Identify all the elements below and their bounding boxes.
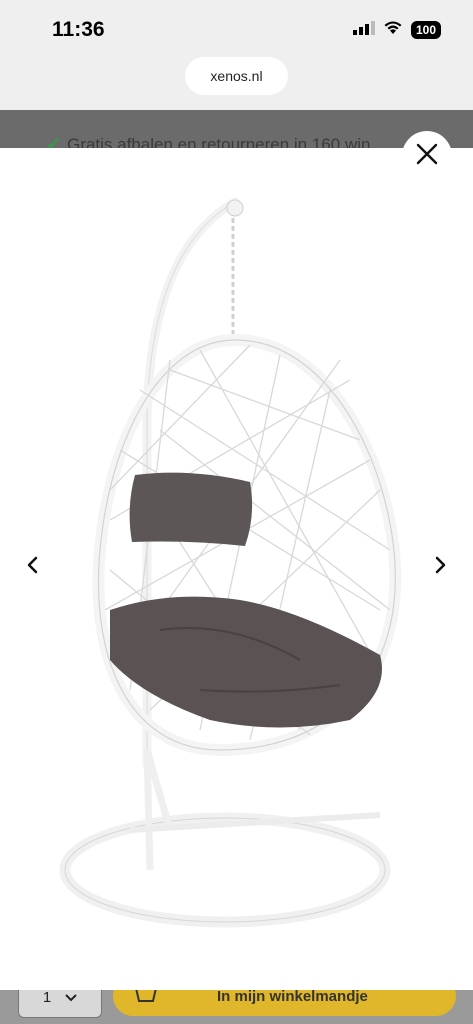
close-icon bbox=[415, 142, 439, 171]
chevron-down-icon bbox=[65, 990, 77, 1006]
url-bar[interactable]: xenos.nl bbox=[185, 57, 288, 95]
product-image bbox=[59, 197, 402, 928]
add-to-cart-button[interactable]: In mijn winkelmandje bbox=[113, 990, 456, 1016]
quantity-select[interactable]: 1 bbox=[18, 990, 102, 1018]
status-bar: 11:36 100 bbox=[0, 0, 473, 56]
next-image-button[interactable] bbox=[425, 552, 455, 582]
promo-banner: ✓ Gratis afhalen en retourneren in 160 w… bbox=[0, 110, 473, 148]
check-icon: ✓ bbox=[46, 134, 62, 148]
previous-image-button[interactable] bbox=[18, 552, 48, 582]
add-to-cart-bar: 1 In mijn winkelmandje bbox=[0, 990, 473, 1024]
wifi-icon bbox=[383, 20, 403, 40]
chevron-right-icon bbox=[433, 556, 447, 579]
chevron-left-icon bbox=[26, 556, 40, 579]
add-to-cart-label: In mijn winkelmandje bbox=[217, 990, 368, 1005]
signal-icon bbox=[352, 20, 375, 40]
status-time: 11:36 bbox=[52, 18, 105, 41]
cart-icon bbox=[135, 990, 157, 1008]
battery-indicator: 100 bbox=[410, 21, 441, 39]
url-text: xenos.nl bbox=[210, 68, 263, 84]
close-button[interactable] bbox=[402, 131, 452, 181]
quantity-value: 1 bbox=[42, 990, 52, 1006]
status-icons: 100 bbox=[352, 20, 441, 40]
promo-text: Gratis afhalen en retourneren in 160 win bbox=[67, 134, 371, 149]
